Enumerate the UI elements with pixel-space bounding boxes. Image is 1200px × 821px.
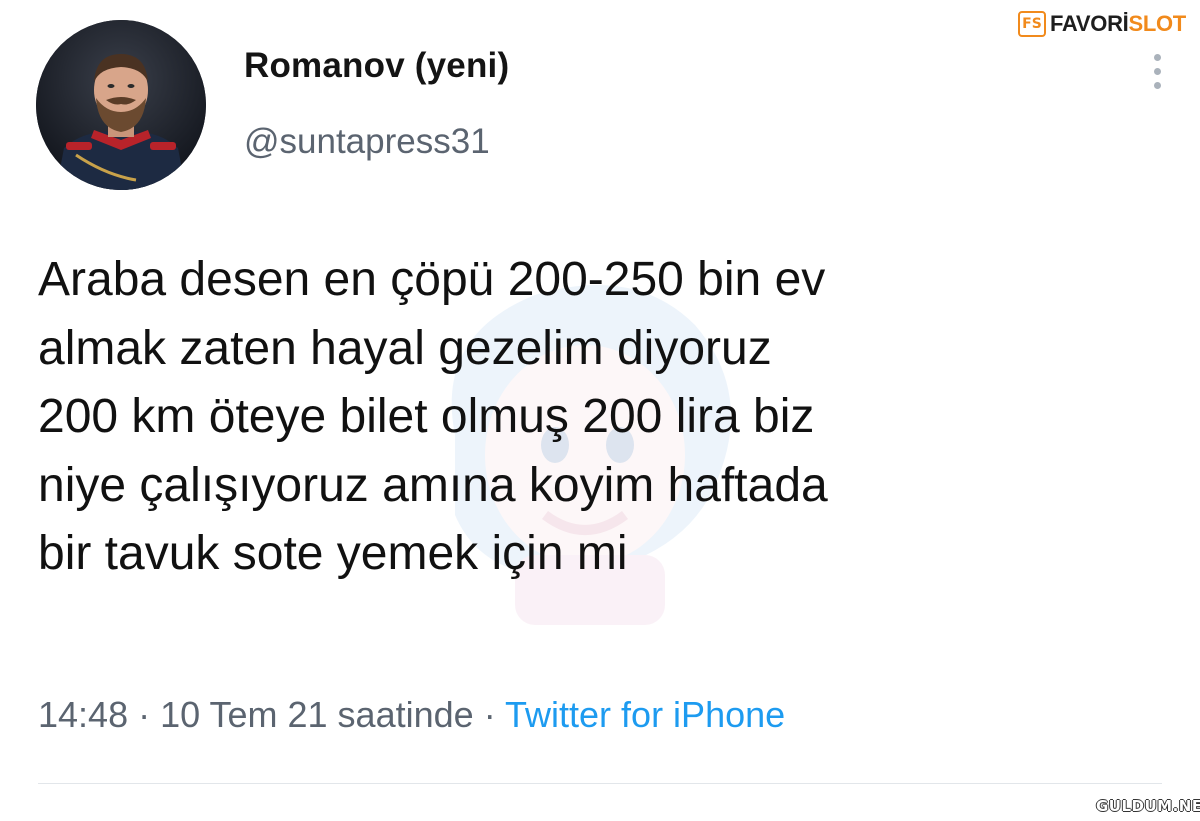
brand-watermark-logo: FS FAVORİ SLOT: [1018, 6, 1198, 42]
tweet-time[interactable]: 14:48: [38, 694, 128, 735]
user-handle[interactable]: @suntapress31: [244, 122, 490, 162]
avatar-portrait-icon: [36, 20, 206, 190]
tweet-text: Araba desen en çöpü 200-250 bin ev almak…: [38, 253, 828, 580]
tweet-date[interactable]: 10 Tem 21 saatinde: [160, 694, 474, 735]
more-vertical-icon[interactable]: [1145, 54, 1169, 100]
brand-name-part2: SLOT: [1128, 11, 1186, 36]
divider: [38, 783, 1162, 784]
tweet-source-link[interactable]: Twitter for iPhone: [505, 694, 785, 735]
display-name[interactable]: Romanov (yeni): [244, 46, 509, 86]
avatar[interactable]: [36, 20, 206, 190]
footer-watermark: GULDUM.NET: [1096, 797, 1200, 815]
meta-separator: ·: [483, 694, 506, 735]
meta-separator: ·: [138, 694, 161, 735]
tweet-meta: 14:48 · 10 Tem 21 saatinde · Twitter for…: [38, 694, 785, 736]
brand-name-part1: FAVORİ: [1050, 11, 1129, 36]
brand-badge-icon: FS: [1018, 11, 1046, 37]
tweet-card: Romanov (yeni) @suntapress31 Araba desen…: [0, 0, 1200, 821]
